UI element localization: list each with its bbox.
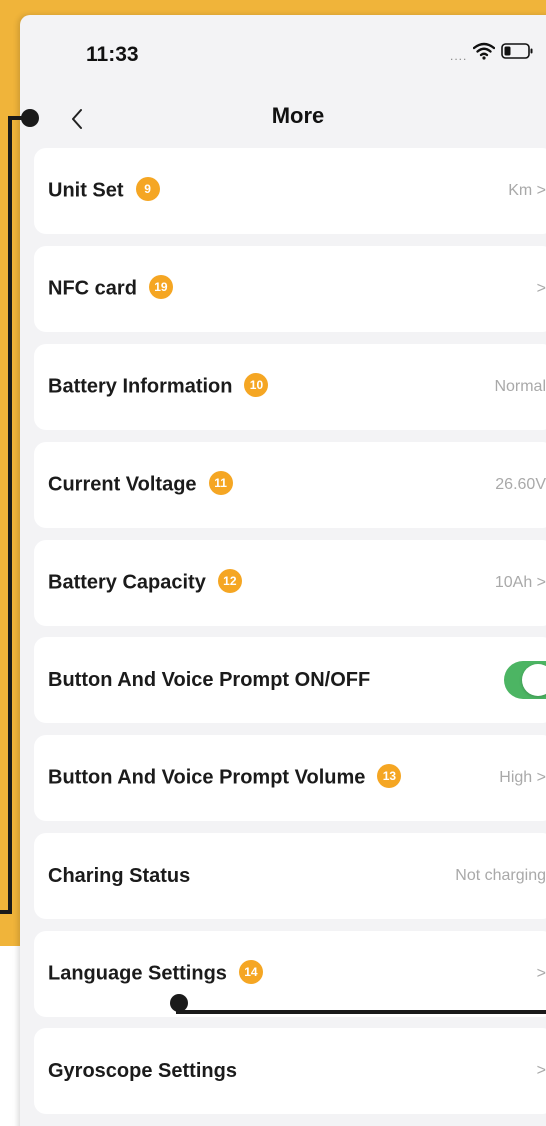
number-badge: 11 [208,471,233,495]
setting-label: Unit Set [48,179,124,202]
wifi-icon [473,42,496,65]
setting-value: 26.60V [495,476,546,493]
chevron-right-icon: > [536,1062,546,1079]
setting-row-charging-status[interactable]: Charing Status Not charging [34,833,546,919]
voice-prompt-toggle[interactable] [504,661,546,699]
callout-dot [21,109,39,127]
setting-value: High > [499,769,546,786]
setting-row-current-voltage[interactable]: Current Voltage 11 26.60V [34,442,546,528]
setting-row-voice-prompt-volume[interactable]: Button And Voice Prompt Volume 13 High > [34,735,546,821]
page-title: More [271,103,325,128]
setting-label: Battery Information [48,375,233,398]
setting-label: Language Settings [48,962,227,985]
number-badge: 19 [148,275,173,299]
callout-bracket-line [0,910,12,914]
callout-bracket-line [8,116,12,912]
screen: 11:33 .... More Unit Set 9 Km > NFC card… [0,0,546,1126]
number-badge: 12 [217,569,242,593]
chevron-right-icon: > [536,280,546,297]
setting-label: Charing Status [48,864,191,887]
setting-row-language-settings[interactable]: Language Settings 14 > [34,931,546,1017]
number-badge: 13 [377,764,402,788]
status-icons: .... [450,39,535,67]
callout-pointer-line [176,1000,180,1014]
setting-value: Km > [508,182,546,199]
number-badge: 14 [238,960,263,984]
setting-label: Current Voltage [48,473,197,496]
nav-header: More [20,93,546,151]
toggle-knob [522,664,546,696]
setting-row-nfc-card[interactable]: NFC card 19 > [34,246,546,332]
status-time: 11:33 [86,43,139,66]
setting-row-battery-capacity[interactable]: Battery Capacity 12 10Ah > [34,540,546,626]
number-badge: 9 [135,177,160,201]
callout-pointer-line [176,1010,546,1014]
status-bar: 11:33 .... [20,15,546,95]
setting-label: NFC card [48,277,137,300]
setting-label: Button And Voice Prompt Volume [48,766,366,789]
setting-value: 10Ah > [494,574,546,591]
setting-label: Gyroscope Settings [48,1059,237,1082]
signal-icon: .... [450,49,468,63]
setting-value: Not charging [455,867,546,884]
setting-label: Button And Voice Prompt ON/OFF [48,668,371,691]
setting-row-battery-information[interactable]: Battery Information 10 Normal [34,344,546,430]
number-badge: 10 [244,373,269,397]
chevron-right-icon: > [536,965,546,982]
setting-row-unit-set[interactable]: Unit Set 9 Km > [34,148,546,234]
setting-label: Battery Capacity [48,571,206,594]
phone-screen: 11:33 .... More Unit Set 9 Km > NFC card… [20,15,546,1126]
setting-row-voice-prompt-toggle: Button And Voice Prompt ON/OFF [34,637,546,723]
battery-icon [501,42,535,65]
setting-value: Normal [494,378,546,395]
setting-row-gyroscope-settings[interactable]: Gyroscope Settings > [34,1028,546,1114]
